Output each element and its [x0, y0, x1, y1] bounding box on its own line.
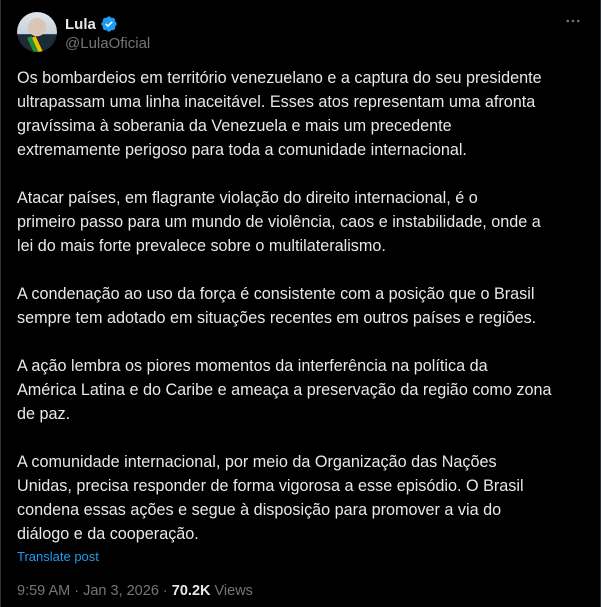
display-name[interactable]: Lula — [65, 16, 96, 33]
tweet-text: Os bombardeios em território venezuelano… — [17, 66, 587, 546]
more-options-button[interactable] — [562, 14, 584, 32]
meta-separator: · — [158, 583, 172, 599]
more-horizontal-icon — [564, 12, 582, 35]
avatar[interactable] — [17, 12, 57, 52]
post-date[interactable]: Jan 3, 2026 — [83, 583, 159, 599]
tweet-paragraph: Os bombardeios em território venezuelano… — [17, 69, 542, 159]
tweet-article: Lula @LulaOficial Os bombardeios em terr… — [0, 0, 601, 607]
views-label: Views — [210, 583, 253, 599]
author-handle[interactable]: @LulaOficial — [65, 35, 150, 52]
tweet-paragraph: A condenação ao uso da força é consisten… — [17, 285, 537, 327]
tweet-header: Lula @LulaOficial — [17, 12, 584, 56]
views-count[interactable]: 70.2K — [172, 583, 211, 599]
tweet-paragraph: Atacar países, em flagrante violação do … — [17, 189, 541, 255]
translate-post-link[interactable]: Translate post — [17, 549, 99, 564]
tweet-metadata: 9:59 AM · Jan 3, 2026 · 70.2K Views — [17, 583, 253, 599]
post-time[interactable]: 9:59 AM — [17, 583, 70, 599]
tweet-paragraph: A ação lembra os piores momentos da inte… — [17, 357, 552, 423]
display-name-row: Lula — [65, 14, 150, 34]
verified-badge-icon — [100, 15, 118, 33]
author-names: Lula @LulaOficial — [65, 14, 150, 53]
tweet-paragraph: A comunidade internacional, por meio da … — [17, 453, 524, 543]
meta-separator: · — [70, 583, 84, 599]
